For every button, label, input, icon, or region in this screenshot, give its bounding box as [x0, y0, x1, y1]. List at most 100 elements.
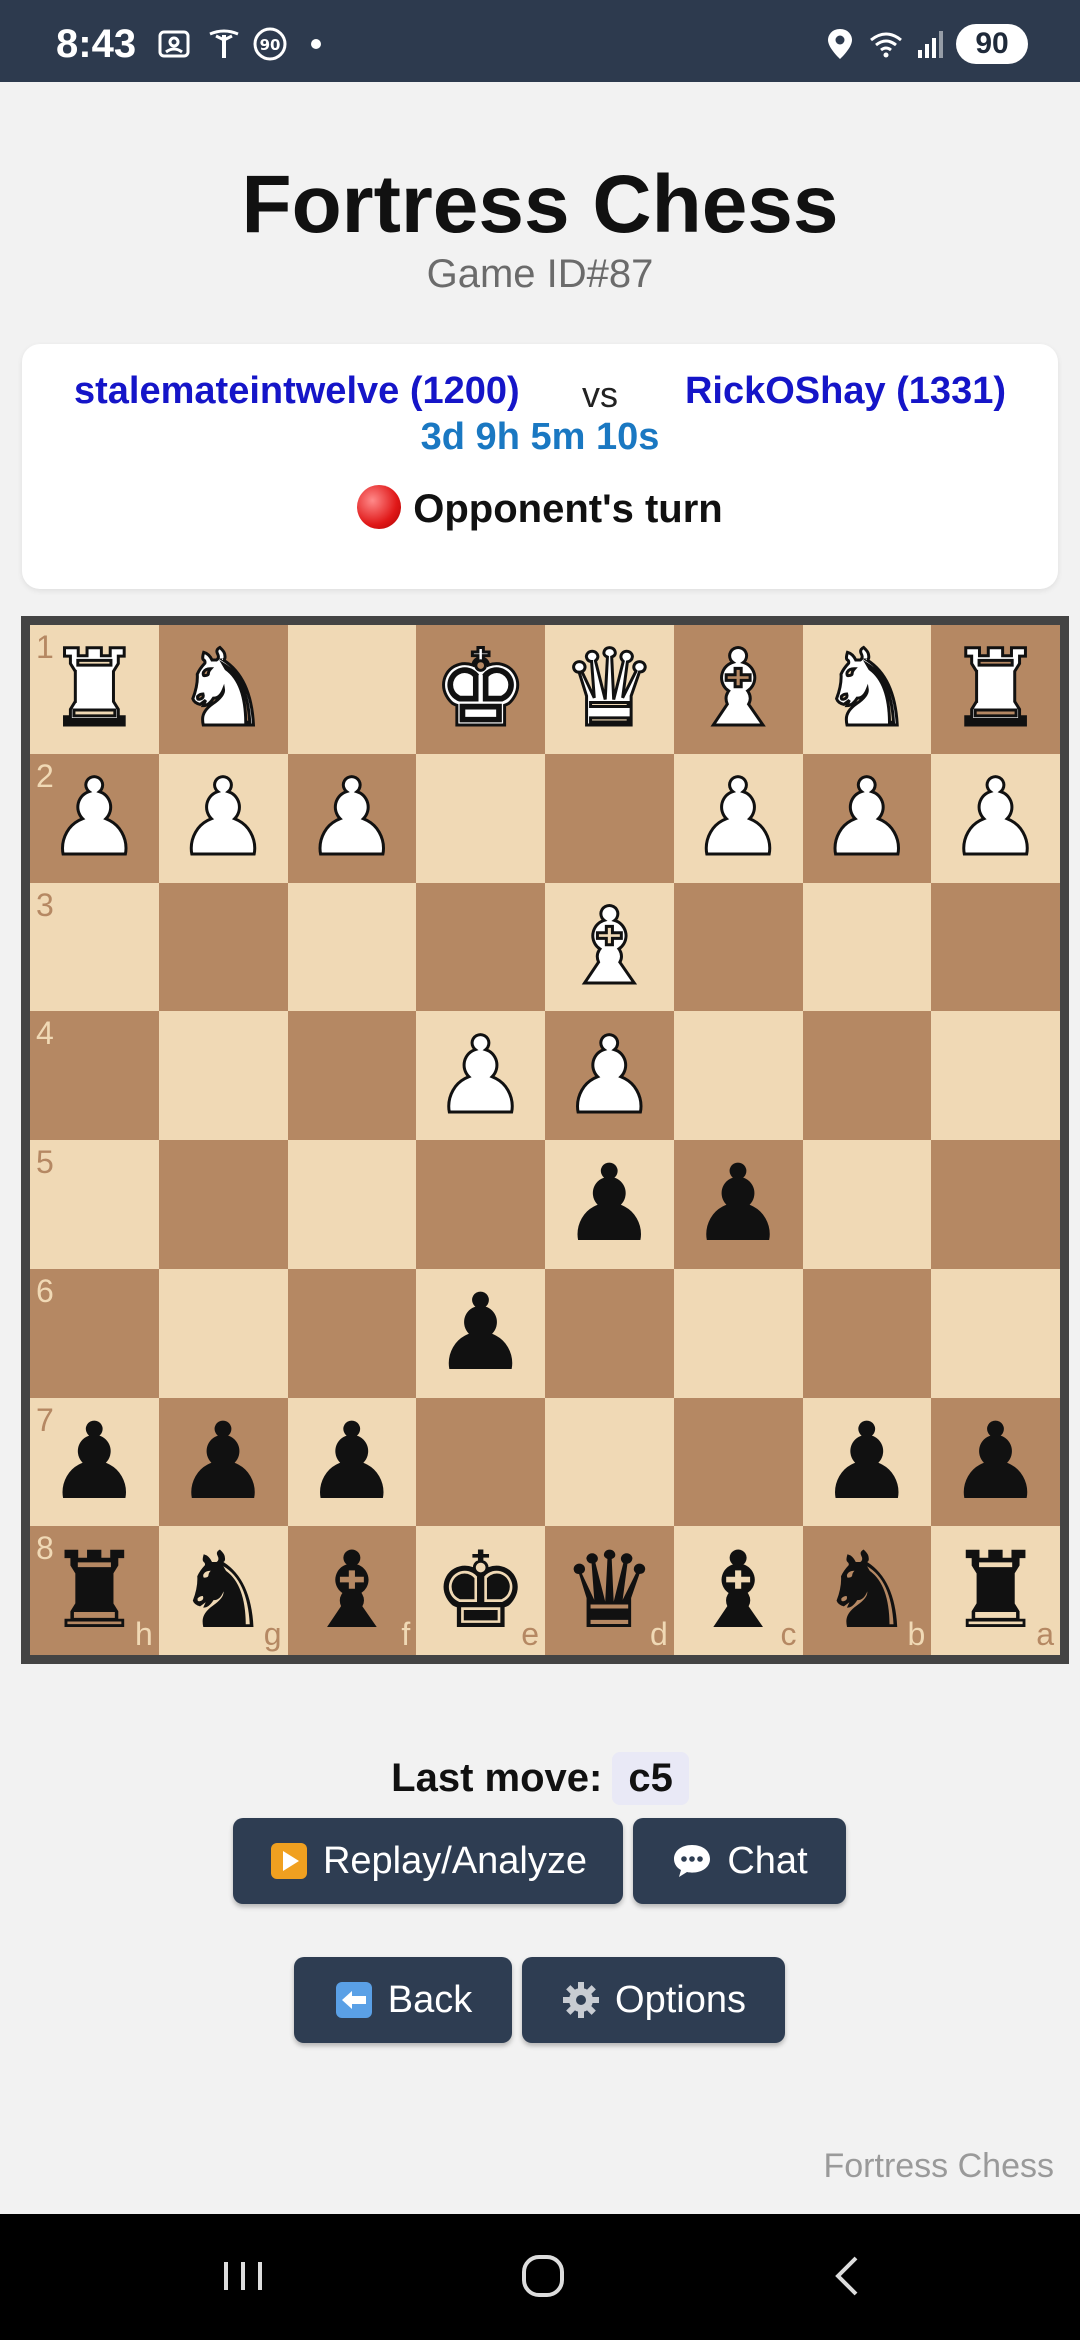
white-piece[interactable]: ♟ [818, 763, 916, 872]
board-square[interactable]: ♟ [287, 753, 417, 883]
board-square[interactable] [287, 1011, 417, 1140]
board-square[interactable]: g ♞ [158, 1526, 288, 1655]
board-square[interactable] [802, 1011, 932, 1140]
black-piece[interactable]: ♛ [562, 1537, 657, 1644]
board-square[interactable]: ♟ [802, 1397, 932, 1527]
board-square[interactable]: ♝ [673, 625, 803, 754]
white-piece[interactable]: ♟ [432, 1021, 530, 1130]
board-square[interactable] [287, 1268, 417, 1398]
board-square[interactable]: 5 [30, 1140, 159, 1269]
board-square[interactable]: 1 ♜ [30, 625, 159, 754]
white-piece[interactable]: ♝ [560, 892, 658, 1001]
board-square[interactable]: ♟ [673, 1140, 803, 1269]
board-square[interactable]: ♚ [416, 625, 545, 754]
board-square[interactable]: e ♚ [416, 1526, 545, 1655]
board-square[interactable]: ♟ [158, 753, 288, 883]
board-square[interactable]: ♟ [158, 1397, 288, 1527]
white-piece[interactable]: ♚ [432, 634, 530, 743]
replay-analyze-button[interactable]: Replay/Analyze [233, 1818, 623, 1904]
board-square[interactable] [673, 882, 803, 1012]
black-piece[interactable]: ♝ [304, 1537, 399, 1644]
board-square[interactable] [931, 1011, 1060, 1140]
board-square[interactable]: b ♞ [802, 1526, 932, 1655]
board-square[interactable]: ♟ [416, 1268, 545, 1398]
board-square[interactable]: ♟ [545, 1140, 674, 1269]
recent-apps-icon[interactable] [208, 2244, 278, 2308]
board-square[interactable] [802, 882, 932, 1012]
white-piece[interactable]: ♟ [174, 763, 272, 872]
black-piece[interactable]: ♜ [948, 1537, 1043, 1644]
white-piece[interactable]: ♟ [303, 763, 401, 872]
black-piece[interactable]: ♟ [47, 1408, 142, 1515]
board-square[interactable] [673, 1011, 803, 1140]
board-square[interactable]: ♟ [416, 1011, 545, 1140]
player1-name[interactable]: stalemateintwelve (1200) [74, 370, 520, 413]
black-piece[interactable]: ♟ [948, 1408, 1043, 1515]
white-piece[interactable]: ♟ [45, 763, 143, 872]
board-square[interactable] [416, 882, 545, 1012]
board-square[interactable] [158, 1140, 288, 1269]
board-square[interactable]: ♟ [673, 753, 803, 883]
board-square[interactable]: ♟ [931, 1397, 1060, 1527]
board-square[interactable]: 7 ♟ [30, 1397, 159, 1527]
black-piece[interactable]: ♟ [691, 1151, 786, 1257]
board-square[interactable]: 8 h ♜ [30, 1526, 159, 1655]
options-button[interactable]: Options [522, 1957, 785, 2043]
white-piece[interactable]: ♞ [174, 634, 272, 743]
board-square[interactable] [416, 1397, 545, 1527]
board-square[interactable] [545, 753, 674, 883]
white-piece[interactable]: ♟ [947, 763, 1045, 872]
white-piece[interactable]: ♜ [947, 634, 1045, 743]
board-square[interactable]: 3 [30, 882, 159, 1012]
white-piece[interactable]: ♜ [45, 634, 143, 743]
board-square[interactable] [158, 882, 288, 1012]
board-square[interactable]: ♜ [931, 625, 1060, 754]
board-square[interactable] [673, 1268, 803, 1398]
black-piece[interactable]: ♟ [304, 1408, 399, 1515]
black-piece[interactable]: ♟ [176, 1408, 271, 1515]
board-square[interactable] [931, 1268, 1060, 1398]
board-square[interactable] [931, 882, 1060, 1012]
white-piece[interactable]: ♟ [560, 1021, 658, 1130]
white-piece[interactable]: ♞ [818, 634, 916, 743]
player2-name[interactable]: RickOShay (1331) [685, 370, 1006, 413]
chat-button[interactable]: Chat [633, 1818, 846, 1904]
board-square[interactable] [545, 1268, 674, 1398]
board-square[interactable] [931, 1140, 1060, 1269]
board-square[interactable] [673, 1397, 803, 1527]
white-piece[interactable]: ♛ [560, 634, 658, 743]
white-piece[interactable]: ♟ [689, 763, 787, 872]
board-square[interactable]: f ♝ [287, 1526, 417, 1655]
board-square[interactable]: 4 [30, 1011, 159, 1140]
board-square[interactable]: a ♜ [931, 1526, 1060, 1655]
back-nav-icon[interactable] [812, 2244, 882, 2308]
chess-board[interactable]: 1 ♜ ♞ ♚ ♛ ♝ ♞ ♜ 2 ♟ ♟ ♟ ♟ ♟ ♟ 3 ♝ 4 ♟ ♟ 5 ♟ ♟ 6 ♟ 7 ♟ ♟ ♟ ♟ ♟ 8 h ♜ g ♞ f ♝ e ♚… [30, 625, 1060, 1655]
black-piece[interactable]: ♟ [819, 1408, 914, 1515]
board-square[interactable]: ♞ [158, 625, 288, 754]
black-piece[interactable]: ♟ [433, 1280, 528, 1386]
home-icon[interactable] [508, 2244, 578, 2308]
board-square[interactable] [802, 1140, 932, 1269]
board-square[interactable] [545, 1397, 674, 1527]
board-square[interactable]: ♝ [545, 882, 674, 1012]
board-square[interactable] [802, 1268, 932, 1398]
board-square[interactable]: 6 [30, 1268, 159, 1398]
board-square[interactable] [416, 753, 545, 883]
board-square[interactable]: ♟ [287, 1397, 417, 1527]
board-square[interactable] [287, 625, 417, 754]
board-square[interactable]: 2 ♟ [30, 753, 159, 883]
board-square[interactable] [287, 882, 417, 1012]
black-piece[interactable]: ♞ [176, 1537, 271, 1644]
board-square[interactable]: ♛ [545, 625, 674, 754]
board-square[interactable]: d ♛ [545, 1526, 674, 1655]
white-piece[interactable]: ♝ [689, 634, 787, 743]
black-piece[interactable]: ♜ [47, 1537, 142, 1644]
board-square[interactable]: c ♝ [673, 1526, 803, 1655]
board-square[interactable]: ♟ [802, 753, 932, 883]
board-square[interactable] [287, 1140, 417, 1269]
black-piece[interactable]: ♞ [819, 1537, 914, 1644]
board-square[interactable]: ♞ [802, 625, 932, 754]
board-square[interactable] [158, 1011, 288, 1140]
board-square[interactable]: ♟ [545, 1011, 674, 1140]
board-square[interactable]: ♟ [931, 753, 1060, 883]
